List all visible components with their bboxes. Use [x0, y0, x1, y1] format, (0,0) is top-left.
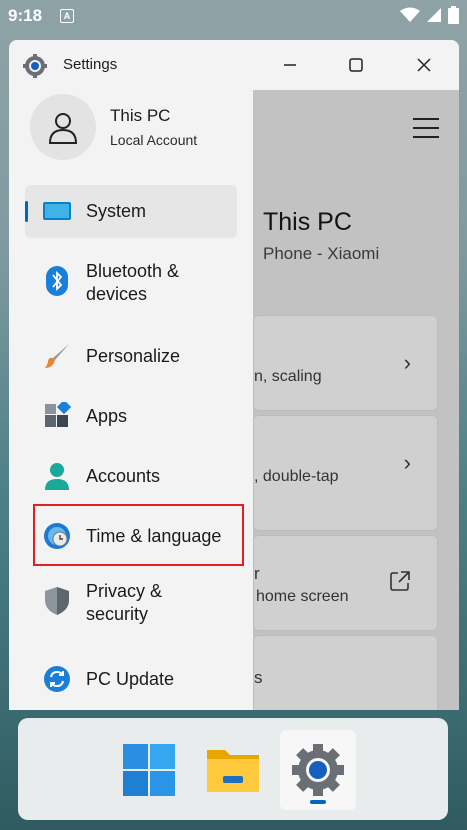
nav-label: PC Update [86, 669, 175, 689]
device-subtitle: Phone - Xiaomi [263, 244, 380, 263]
nav-item-apps[interactable]: Apps [25, 390, 237, 440]
person-outline-icon [48, 113, 78, 144]
hamburger-menu-icon[interactable] [413, 118, 439, 138]
nav-item-bluetooth[interactable]: Bluetooth & devices [25, 250, 237, 312]
chevron-right-icon: › [403, 350, 411, 375]
nav-label-line1: Privacy & [86, 581, 163, 601]
nav-item-accounts[interactable]: Accounts [25, 450, 237, 500]
profile-account-type: Local Account [110, 132, 198, 148]
cellular-signal-icon [427, 8, 441, 22]
device-name: This PC [263, 208, 352, 236]
content-pane: This PC Phone - Xiaomi n, scaling › , do… [253, 90, 459, 710]
status-time: 9:18 [8, 6, 43, 25]
avatar[interactable] [30, 94, 96, 160]
nav-label-line2: devices [86, 284, 148, 304]
active-app-indicator [310, 800, 326, 804]
nav-item-pc-update[interactable]: PC Update [25, 653, 237, 703]
settings-card-launcher[interactable]: r home screen [253, 535, 438, 631]
bluetooth-icon [43, 266, 71, 296]
card-description: n, scaling [254, 368, 322, 385]
taskbar-settings-button[interactable] [280, 730, 356, 810]
sync-icon [43, 665, 71, 693]
notification-badge-icon: A [60, 9, 74, 23]
battery-icon [448, 6, 459, 24]
person-icon [43, 462, 71, 490]
taskbar [18, 718, 448, 820]
title-bar: Settings [9, 40, 459, 90]
minimize-icon [284, 64, 296, 66]
shield-icon [43, 587, 71, 615]
taskbar-file-explorer-button[interactable] [195, 730, 271, 810]
highlight-box [33, 504, 244, 566]
nav-label: Personalize [86, 346, 181, 366]
nav-item-privacy-security[interactable]: Privacy & security [25, 570, 237, 632]
card-description: , double-tap [254, 468, 339, 485]
card-title: s [254, 668, 263, 687]
settings-card-display[interactable]: n, scaling › [253, 315, 438, 411]
nav-item-personalize[interactable]: Personalize [25, 330, 237, 380]
paintbrush-icon [43, 342, 71, 370]
nav-item-system[interactable]: System [25, 185, 237, 238]
nav-label: System [86, 201, 147, 221]
maximize-button[interactable] [344, 53, 368, 77]
chevron-right-icon: › [403, 450, 411, 475]
wifi-icon [400, 7, 420, 22]
nav-label-line2: security [86, 604, 149, 624]
settings-gear-icon [23, 54, 47, 78]
settings-icon [292, 744, 344, 796]
apps-icon [43, 402, 71, 430]
profile-name: This PC [110, 106, 171, 125]
maximize-icon [349, 58, 363, 72]
status-bar: 9:18 A [0, 0, 467, 32]
close-icon [417, 58, 431, 72]
start-icon [123, 744, 175, 796]
settings-card-touch[interactable]: , double-tap › [253, 415, 438, 531]
nav-label-line1: Bluetooth & [86, 261, 180, 281]
active-indicator [25, 201, 28, 222]
minimize-button[interactable] [278, 53, 302, 77]
close-button[interactable] [412, 53, 436, 77]
monitor-icon [43, 197, 71, 225]
file-explorer-icon [207, 750, 259, 792]
taskbar-start-button[interactable] [111, 730, 187, 810]
settings-window: Settings This PC Phone - Xiaomi n, scali… [9, 40, 459, 710]
nav-drawer: This PC Local Account System Bluetooth &… [9, 90, 253, 710]
card-description: home screen [256, 588, 349, 605]
open-external-icon [390, 571, 410, 591]
nav-label: Apps [86, 406, 128, 426]
settings-card-more[interactable]: s [253, 635, 438, 710]
nav-label: Accounts [86, 466, 161, 486]
window-title: Settings [63, 56, 118, 73]
card-title: r [254, 564, 260, 583]
